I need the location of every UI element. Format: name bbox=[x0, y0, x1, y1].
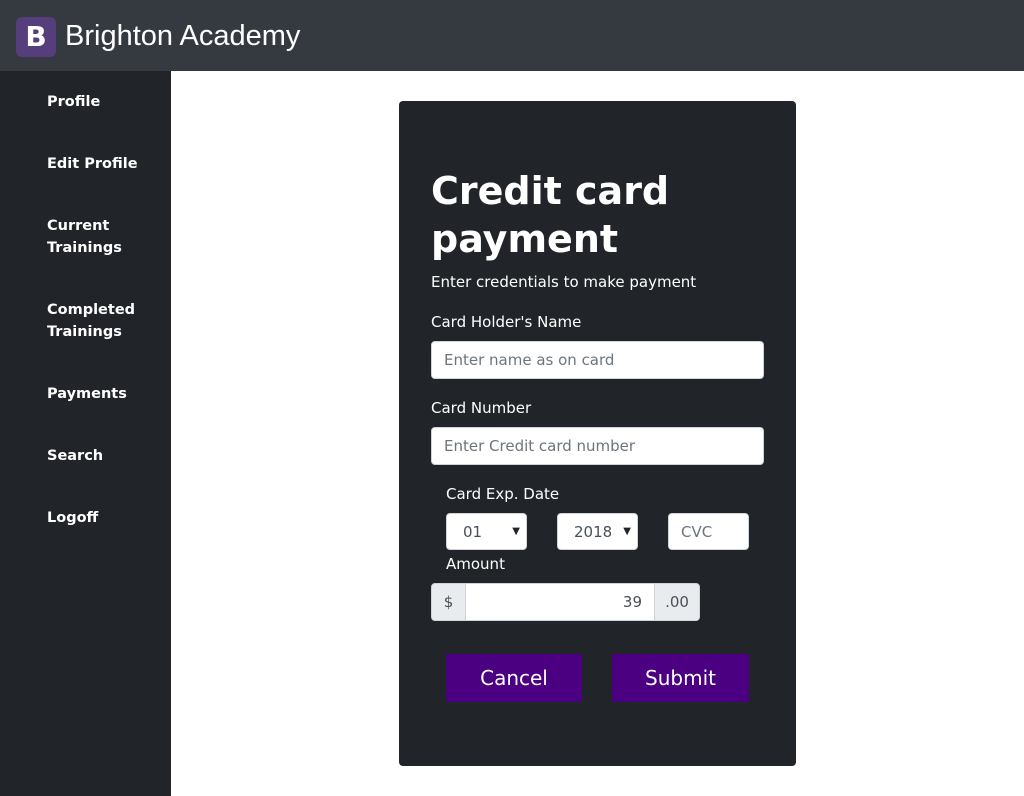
sidebar: Profile Edit Profile Current Trainings C… bbox=[0, 71, 171, 796]
payment-card: Credit card payment Enter credentials to… bbox=[399, 101, 796, 766]
cents-suffix: .00 bbox=[654, 583, 700, 621]
sidebar-item-current-trainings[interactable]: Current Trainings bbox=[47, 215, 162, 259]
sidebar-item-profile[interactable]: Profile bbox=[47, 91, 162, 113]
cancel-button[interactable]: Cancel bbox=[446, 654, 582, 702]
exp-year-value: 2018 bbox=[574, 523, 613, 541]
card-number-input[interactable] bbox=[431, 427, 764, 465]
exp-month-select[interactable]: 01 ▼ bbox=[446, 513, 527, 550]
sidebar-item-logoff[interactable]: Logoff bbox=[47, 507, 162, 529]
currency-symbol: $ bbox=[431, 583, 466, 621]
card-exp-label: Card Exp. Date bbox=[446, 485, 560, 503]
sidebar-item-search[interactable]: Search bbox=[47, 445, 162, 467]
card-holder-label: Card Holder's Name bbox=[431, 313, 582, 331]
amount-label: Amount bbox=[446, 555, 505, 573]
top-navbar: B Brighton Academy bbox=[0, 0, 1024, 71]
exp-month-value: 01 bbox=[463, 523, 483, 541]
amount-input-group: $ .00 bbox=[431, 583, 700, 621]
chevron-down-icon: ▼ bbox=[623, 526, 631, 537]
amount-input[interactable] bbox=[465, 583, 655, 621]
sidebar-item-payments[interactable]: Payments bbox=[47, 383, 162, 405]
cvc-input[interactable] bbox=[668, 513, 749, 550]
page-title: Credit card payment bbox=[431, 169, 670, 261]
brand-name[interactable]: Brighton Academy bbox=[65, 18, 300, 54]
brand-logo-icon[interactable]: B bbox=[16, 17, 56, 57]
submit-button[interactable]: Submit bbox=[612, 654, 749, 702]
page-subtitle: Enter credentials to make payment bbox=[431, 273, 697, 291]
sidebar-item-completed-trainings[interactable]: Completed Trainings bbox=[47, 299, 162, 343]
exp-year-select[interactable]: 2018 ▼ bbox=[557, 513, 638, 550]
sidebar-item-edit-profile[interactable]: Edit Profile bbox=[47, 153, 162, 175]
card-holder-input[interactable] bbox=[431, 341, 764, 379]
card-number-label: Card Number bbox=[431, 399, 532, 417]
chevron-down-icon: ▼ bbox=[512, 526, 520, 537]
